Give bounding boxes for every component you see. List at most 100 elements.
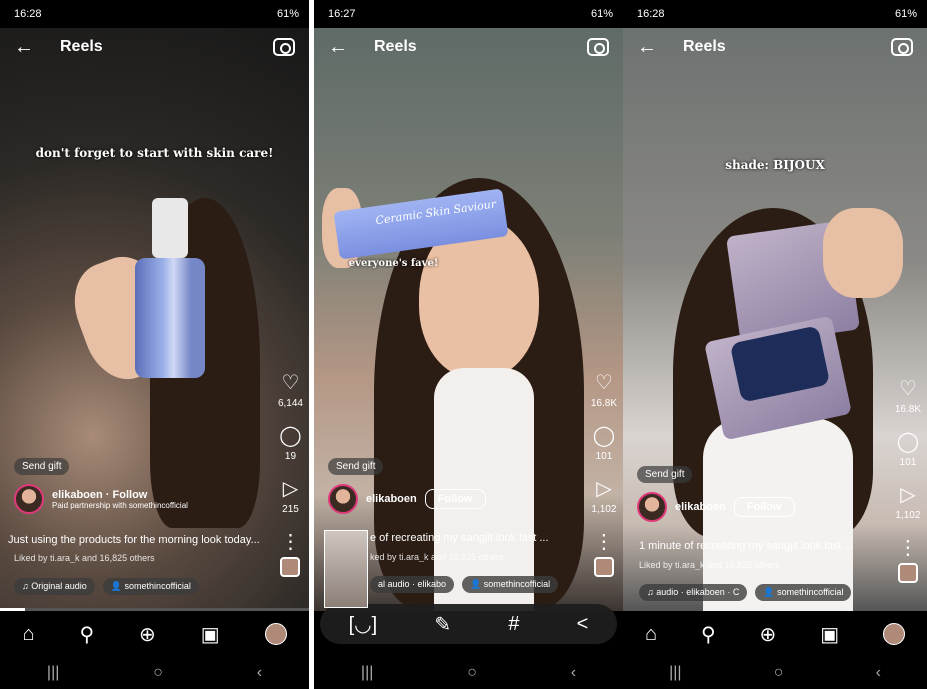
reel-description[interactable]: 1 minute of recreating my sangjit look l… [639, 540, 887, 552]
camera-icon[interactable] [587, 38, 609, 56]
add-icon[interactable]: ⊕ [760, 622, 777, 647]
back-arrow-icon[interactable]: ← [637, 36, 665, 59]
share-icon[interactable]: ▷ [283, 478, 298, 500]
heart-icon[interactable]: ♡ [899, 378, 917, 400]
status-time: 16:27 [328, 8, 356, 20]
profile-avatar[interactable] [264, 623, 287, 645]
share-icon[interactable]: ▷ [900, 484, 915, 506]
page-title: Reels [374, 38, 417, 55]
more-icon[interactable]: ⋮ [280, 531, 300, 553]
heart-icon[interactable]: ♡ [595, 372, 613, 394]
audio-pill[interactable]: ♫ audio · elikaboen · C [639, 584, 748, 601]
audio-thumbnail[interactable] [280, 557, 301, 577]
tag-label: somethincofficial [124, 581, 191, 591]
send-gift-button[interactable]: Send gift [637, 466, 693, 483]
share-icon[interactable]: ▷ [596, 478, 611, 500]
follow-link[interactable]: Follow [113, 489, 148, 501]
avatar[interactable] [328, 484, 358, 514]
comment-icon[interactable]: ◯ [279, 425, 301, 447]
search-icon[interactable]: ⚲ [79, 622, 94, 647]
search-icon[interactable]: ⚲ [701, 622, 716, 647]
reel-description[interactable]: Just using the products for the morning … [8, 534, 269, 546]
recent-apps-button[interactable]: ||| [361, 664, 373, 682]
status-bar: 16:27 61% [314, 0, 623, 28]
heart-icon[interactable]: ♡ [282, 372, 300, 394]
audio-thumbnail[interactable] [593, 557, 614, 577]
camera-icon[interactable] [273, 38, 295, 56]
reel-video[interactable]: Ceramic Skin Saviour [314, 28, 623, 611]
comment-icon[interactable]: ◯ [593, 425, 615, 447]
more-icon[interactable]: ⋮ [594, 531, 614, 553]
liked-by[interactable]: Liked by ti.ara_k and 16,825 others [639, 560, 780, 570]
liked-by[interactable]: Liked by ti.ara_k and 16,825 others [14, 553, 155, 563]
battery-level: 61% [894, 8, 917, 20]
back-button[interactable]: ‹ [876, 664, 881, 682]
recent-apps-button[interactable]: ||| [669, 664, 681, 682]
reels-screen-2: 16:27 61% Ceramic Skin Saviour ← Reels e… [314, 0, 623, 689]
reels-icon[interactable]: ▣ [201, 622, 220, 647]
profile-avatar[interactable] [883, 623, 905, 645]
person-icon: 👤 [763, 587, 775, 597]
tag-pill[interactable]: 👤 somethincofficial [755, 584, 852, 601]
music-icon: ♫ [22, 581, 29, 591]
recent-apps-button[interactable]: ||| [47, 664, 59, 682]
person-icon: 👤 [110, 581, 123, 591]
back-arrow-icon[interactable]: ← [328, 36, 356, 59]
audio-pill[interactable]: al audio · elikabo [370, 576, 455, 593]
tag-pill[interactable]: 👤 somethincofficial [462, 576, 559, 593]
send-gift-button[interactable]: Send gift [14, 458, 70, 475]
scan-icon[interactable]: [◡] [349, 612, 378, 637]
send-gift-label: Send gift [22, 461, 62, 472]
share-count: 215 [282, 504, 299, 515]
overlay-caption: everyone's fave! [348, 258, 439, 269]
comment-count: 19 [284, 451, 297, 462]
system-nav: ||| ○ ‹ [314, 657, 623, 689]
reel-video[interactable] [0, 28, 309, 611]
share-count: 1,102 [591, 504, 617, 515]
system-nav: ||| ○ ‹ [623, 657, 927, 689]
send-gift-button[interactable]: Send gift [328, 458, 384, 475]
user-row: elikaboen · Follow Paid partnership with… [14, 484, 188, 514]
reel-video[interactable] [623, 28, 927, 611]
follow-button[interactable]: Follow [733, 497, 795, 517]
audio-pill[interactable]: ♫ Original audio [14, 578, 95, 595]
floating-preview-thumbnail[interactable] [324, 530, 368, 608]
share-toolbar-icon[interactable]: < [577, 613, 589, 636]
hand [823, 208, 903, 298]
product-label: Ceramic Skin Saviour [374, 197, 497, 228]
status-bar: 16:28 61% [623, 0, 927, 28]
avatar[interactable] [637, 492, 667, 522]
hashtag-icon[interactable]: # [508, 613, 519, 636]
side-actions: ♡ 16.8K ◯ 101 ▷ 1,102 ⋮ [591, 372, 617, 577]
more-icon[interactable]: ⋮ [898, 537, 918, 559]
home-button[interactable]: ○ [153, 664, 163, 682]
avatar[interactable] [14, 484, 44, 514]
reels-screen-1: 16:28 61% ← Reels don't forget to start … [0, 0, 309, 689]
send-gift-label: Send gift [645, 469, 685, 480]
reel-description[interactable]: e of recreating my sangjit look last ... [370, 532, 583, 544]
reels-icon[interactable]: ▣ [820, 622, 839, 647]
home-icon[interactable]: ⌂ [645, 623, 657, 646]
comment-count: 101 [595, 451, 613, 462]
page-title: Reels [683, 38, 726, 55]
back-button[interactable]: ‹ [571, 664, 576, 682]
username[interactable]: elikaboen [366, 493, 417, 505]
follow-button[interactable]: Follow [424, 489, 486, 509]
battery-level: 61% [590, 8, 613, 20]
status-bar: 16:28 61% [0, 0, 309, 28]
home-icon[interactable]: ⌂ [22, 623, 34, 646]
edit-icon[interactable]: ✎ [434, 612, 451, 637]
comment-icon[interactable]: ◯ [897, 431, 919, 453]
add-icon[interactable]: ⊕ [139, 622, 156, 647]
user-row: elikaboen Follow [637, 492, 795, 522]
liked-by[interactable]: ked by ti.ara_k and 16,825 others [370, 552, 504, 562]
username[interactable]: elikaboen [52, 489, 103, 501]
camera-icon[interactable] [891, 38, 913, 56]
audio-thumbnail[interactable] [897, 563, 918, 583]
home-button[interactable]: ○ [774, 664, 784, 682]
tag-pill[interactable]: 👤 somethincofficial [102, 578, 199, 595]
back-arrow-icon[interactable]: ← [14, 36, 42, 59]
username[interactable]: elikaboen [675, 501, 726, 513]
back-button[interactable]: ‹ [257, 664, 262, 682]
home-button[interactable]: ○ [467, 664, 477, 682]
